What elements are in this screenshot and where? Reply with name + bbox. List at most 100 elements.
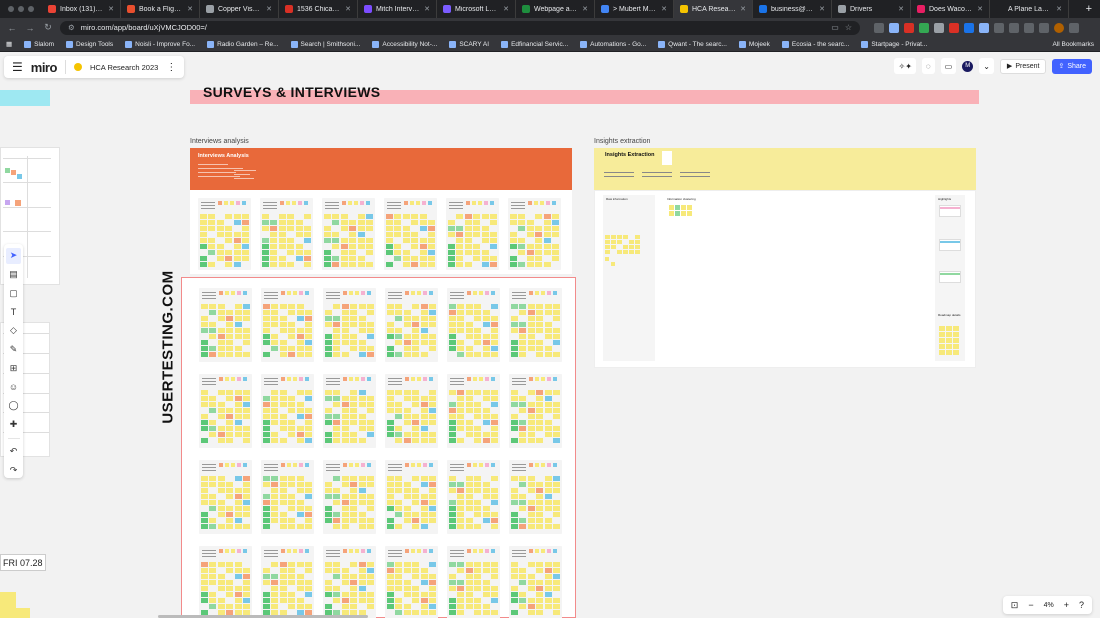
sticky-note[interactable] [394, 226, 402, 231]
sticky-note[interactable] [527, 512, 535, 517]
sticky-note[interactable] [605, 245, 610, 249]
sticky-note[interactable] [541, 463, 545, 467]
sticky-note[interactable] [449, 432, 456, 437]
sticky-note[interactable] [333, 432, 341, 437]
sticky-note[interactable] [217, 598, 225, 603]
sticky-note[interactable] [491, 304, 498, 309]
sticky-note[interactable] [367, 396, 374, 401]
sticky-note[interactable] [296, 574, 304, 579]
sticky-note[interactable] [527, 506, 535, 511]
sticky-note[interactable] [623, 235, 628, 239]
sticky-note[interactable] [419, 250, 427, 255]
sticky-note[interactable] [262, 250, 269, 255]
sticky-note[interactable] [367, 500, 374, 505]
sticky-note[interactable] [341, 482, 349, 487]
sticky-note[interactable] [271, 438, 279, 443]
sticky-note[interactable] [349, 291, 353, 295]
sticky-note[interactable] [605, 257, 609, 261]
interview-card[interactable] [384, 198, 437, 270]
sticky-note[interactable] [479, 549, 483, 553]
redo-icon[interactable]: ↷ [6, 462, 21, 478]
sticky-note[interactable] [465, 562, 473, 567]
sticky-note[interactable] [350, 494, 358, 499]
sticky-note[interactable] [305, 291, 309, 295]
sticky-note[interactable] [417, 463, 421, 467]
sticky-note[interactable] [209, 562, 217, 567]
sticky-note[interactable] [324, 232, 331, 237]
interview-card[interactable] [447, 288, 500, 362]
sticky-note[interactable] [243, 549, 247, 553]
sticky-note[interactable] [333, 426, 341, 431]
sticky-note[interactable] [395, 568, 403, 573]
emoji-icon[interactable]: ☺ [6, 379, 21, 395]
sticky-note[interactable] [543, 214, 551, 219]
sticky-note[interactable] [287, 463, 291, 467]
sticky-note[interactable] [465, 500, 473, 505]
sticky-note[interactable] [457, 494, 465, 499]
sticky-note[interactable] [243, 568, 250, 573]
sticky-note[interactable] [527, 488, 535, 493]
sticky-note[interactable] [519, 568, 527, 573]
sticky-note[interactable] [552, 201, 556, 205]
sticky-note[interactable] [527, 316, 535, 321]
sticky-note[interactable] [553, 402, 560, 407]
sticky-note[interactable] [482, 408, 490, 413]
sticky-note[interactable] [467, 463, 471, 467]
sticky-note[interactable] [395, 438, 403, 443]
sticky-note[interactable] [366, 201, 370, 205]
sticky-note[interactable] [490, 201, 494, 205]
tab-9[interactable]: business@slalom✕ [753, 0, 832, 18]
sticky-note[interactable] [296, 346, 304, 351]
sticky-note[interactable] [420, 506, 428, 511]
sticky-note[interactable] [333, 402, 341, 407]
sticky-note[interactable] [278, 256, 286, 261]
sticky-note[interactable] [350, 512, 358, 517]
sticky-note[interactable] [325, 340, 332, 345]
sticky-note[interactable] [358, 396, 366, 401]
sticky-note[interactable] [490, 256, 497, 261]
sticky-note[interactable] [491, 574, 498, 579]
sticky-note[interactable] [464, 220, 472, 225]
sticky-note[interactable] [333, 396, 341, 401]
sticky-note[interactable] [629, 240, 634, 244]
sticky-note[interactable] [296, 476, 304, 481]
sticky-note[interactable] [535, 291, 539, 295]
sticky-note[interactable] [296, 586, 304, 591]
sticky-note[interactable] [482, 580, 490, 585]
sticky-note[interactable] [412, 328, 420, 333]
sticky-note[interactable] [358, 488, 366, 493]
sticky-note[interactable] [233, 244, 241, 249]
sticky-note[interactable] [333, 322, 341, 327]
sticky-note[interactable] [270, 220, 278, 225]
sticky-note[interactable] [217, 586, 225, 591]
sticky-note[interactable] [217, 316, 225, 321]
sticky-note[interactable] [366, 238, 373, 243]
sticky-note[interactable] [449, 408, 456, 413]
sticky-note[interactable] [457, 512, 465, 517]
sticky-note[interactable] [216, 232, 224, 237]
sticky-note[interactable] [535, 238, 543, 243]
sticky-note[interactable] [295, 244, 303, 249]
sticky-note[interactable] [465, 580, 473, 585]
sticky-note[interactable] [535, 256, 543, 261]
sticky-note[interactable] [270, 232, 278, 237]
sticky-note[interactable] [262, 262, 269, 267]
sticky-note[interactable] [288, 334, 296, 339]
sticky-note[interactable] [553, 568, 560, 573]
sticky-note[interactable] [263, 518, 270, 523]
sticky-note[interactable] [536, 414, 544, 419]
sticky-note[interactable] [457, 414, 465, 419]
sticky-note[interactable] [233, 232, 241, 237]
sticky-note[interactable] [217, 304, 225, 309]
sticky-note[interactable] [367, 524, 374, 529]
sticky-note[interactable] [332, 256, 340, 261]
sticky-note[interactable] [553, 580, 560, 585]
sticky-note[interactable] [325, 396, 332, 401]
sticky-note[interactable] [519, 322, 527, 327]
sticky-note[interactable] [449, 402, 456, 407]
sticky-note[interactable] [553, 304, 560, 309]
sticky-note[interactable] [544, 574, 552, 579]
sticky-note[interactable] [465, 390, 473, 395]
sticky-note[interactable] [217, 500, 225, 505]
sticky-note[interactable] [287, 291, 291, 295]
